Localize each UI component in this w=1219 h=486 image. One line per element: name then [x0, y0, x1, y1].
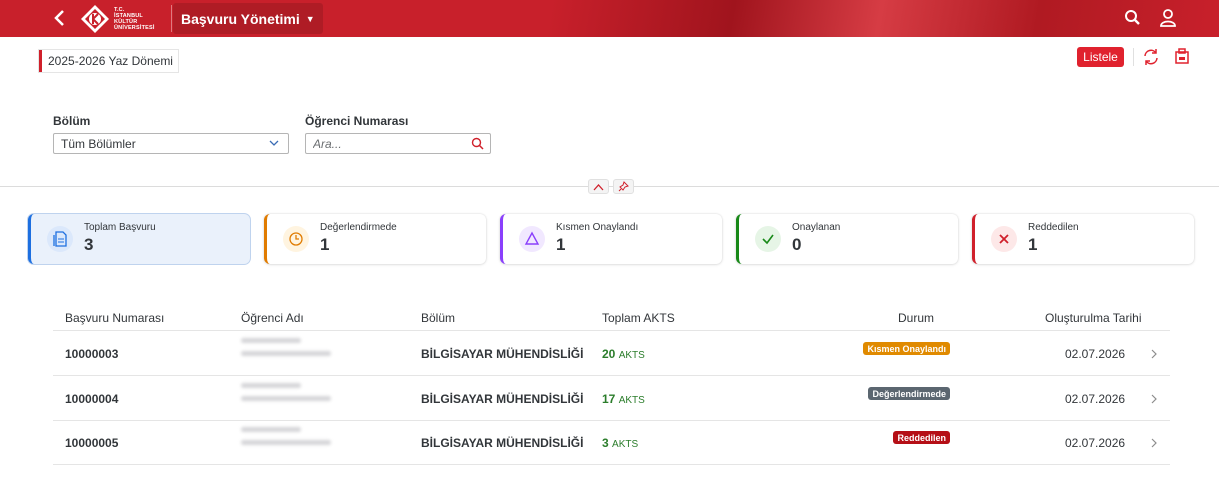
akts-cell: 3 AKTS [602, 436, 638, 450]
kpi-card-total[interactable]: Toplam Başvuru 3 [28, 214, 250, 264]
header-divider [171, 5, 172, 32]
column-header[interactable]: Başvuru Numarası [65, 311, 164, 325]
kpi-card-rejected[interactable]: Reddedilen 1 [972, 214, 1194, 264]
student-number-filter-label: Öğrenci Numarası [305, 114, 409, 128]
status-badge: Değerlendirmede [868, 387, 950, 400]
akts-value: 3 [602, 436, 609, 450]
department-cell: BİLGİSAYAR MÜHENDİSLİĞİ [421, 392, 584, 406]
status-badge: Kısmen Onaylandı [863, 342, 950, 355]
department-select-value: Tüm Bölümler [61, 136, 136, 151]
column-header[interactable]: Öğrenci Adı [241, 311, 304, 325]
kpi-card-approved[interactable]: Onaylanan 0 [736, 214, 958, 264]
kpi-title: Kısmen Onaylandı [556, 222, 639, 233]
cross-icon [991, 226, 1017, 252]
created-date: 02.07.2026 [1065, 436, 1126, 450]
student-name-redacted [241, 383, 381, 415]
back-icon[interactable] [50, 8, 70, 28]
kpi-title: Değerlendirmede [320, 222, 397, 233]
app-title-menu[interactable]: Başvuru Yönetimi ▼ [173, 3, 323, 34]
kpi-value: 3 [84, 235, 94, 254]
akts-value: 17 [602, 392, 616, 406]
listele-button[interactable]: Listele [1077, 47, 1124, 67]
kpi-value: 1 [1028, 235, 1038, 254]
column-header[interactable]: Toplam AKTS [602, 311, 675, 325]
department-filter-label: Bölüm [53, 114, 91, 128]
university-logo[interactable]: T.C. İSTANBUL KÜLTÜR ÜNİVERSİTESİ [80, 3, 170, 34]
student-number-search[interactable] [305, 133, 491, 154]
akts-unit: AKTS [618, 395, 645, 406]
logo-line: ÜNİVERSİTESİ [114, 24, 155, 31]
column-header[interactable]: Bölüm [421, 311, 455, 325]
department-select[interactable]: Tüm Bölümler [53, 133, 289, 154]
table-row[interactable]: 10000003 BİLGİSAYAR MÜHENDİSLİĞİ 20 AKTS… [53, 332, 1170, 376]
check-icon [755, 226, 781, 252]
chevron-down-icon [268, 137, 280, 149]
created-date: 02.07.2026 [1065, 347, 1126, 361]
kpi-title: Toplam Başvuru [84, 222, 156, 233]
department-cell: BİLGİSAYAR MÜHENDİSLİĞİ [421, 347, 584, 361]
collapse-header-button[interactable] [588, 179, 609, 194]
toolbar-divider [1133, 48, 1134, 66]
column-header[interactable]: Oluşturulma Tarihi [1045, 311, 1141, 325]
akts-cell: 17 AKTS [602, 392, 645, 406]
table-row[interactable]: 10000004 BİLGİSAYAR MÜHENDİSLİĞİ 17 AKTS… [53, 377, 1170, 421]
student-name-redacted [241, 427, 381, 459]
chevron-right-icon [1150, 348, 1158, 359]
application-number: 10000005 [65, 436, 119, 450]
kpi-title: Onaylanan [792, 222, 841, 233]
status-badge: Reddedilen [893, 431, 950, 444]
export-icon[interactable] [1172, 47, 1192, 67]
kpi-value: 1 [556, 235, 566, 254]
application-number: 10000003 [65, 347, 119, 361]
created-date: 02.07.2026 [1065, 392, 1126, 406]
table-row[interactable]: 10000005 BİLGİSAYAR MÜHENDİSLİĞİ 3 AKTS … [53, 421, 1170, 465]
pin-icon [618, 181, 629, 192]
kpi-card-partially-approved[interactable]: Kısmen Onaylandı 1 [500, 214, 722, 264]
shell-bar: T.C. İSTANBUL KÜLTÜR ÜNİVERSİTESİ Başvur… [0, 0, 1219, 37]
kpi-value: 0 [792, 235, 802, 254]
search-icon[interactable] [1122, 7, 1144, 29]
variant-label: 2025-2026 Yaz Dönemi [48, 54, 173, 68]
kpi-value: 1 [320, 235, 330, 254]
kpi-card-in-review[interactable]: Değerlendirmede 1 [264, 214, 486, 264]
document-icon [47, 226, 73, 252]
chevron-right-icon [1150, 393, 1158, 404]
caret-down-icon: ▼ [305, 13, 315, 24]
triangle-icon [519, 226, 545, 252]
student-name-redacted [241, 338, 381, 370]
akts-cell: 20 AKTS [602, 347, 645, 361]
table-header: Başvuru Numarası Öğrenci Adı Bölüm Topla… [53, 305, 1170, 331]
header-toggle-group [588, 179, 634, 194]
chevron-right-icon [1150, 437, 1158, 448]
user-icon[interactable] [1157, 7, 1179, 29]
logo-mark-icon [80, 4, 110, 34]
department-cell: BİLGİSAYAR MÜHENDİSLİĞİ [421, 436, 584, 450]
search-icon[interactable] [471, 137, 484, 150]
pin-header-button[interactable] [613, 179, 634, 194]
chevron-up-icon [593, 183, 604, 190]
akts-unit: AKTS [612, 439, 639, 450]
refresh-icon[interactable] [1141, 47, 1161, 67]
variant-selector[interactable]: 2025-2026 Yaz Dönemi [39, 50, 178, 72]
kpi-title: Reddedilen [1028, 222, 1079, 233]
app-title: Başvuru Yönetimi [181, 10, 300, 27]
student-number-input[interactable] [313, 136, 463, 151]
akts-value: 20 [602, 347, 616, 361]
application-number: 10000004 [65, 392, 119, 406]
column-header[interactable]: Durum [898, 311, 934, 325]
clock-icon [283, 226, 309, 252]
logo-text: T.C. İSTANBUL KÜLTÜR ÜNİVERSİTESİ [114, 7, 155, 31]
akts-unit: AKTS [618, 350, 645, 361]
